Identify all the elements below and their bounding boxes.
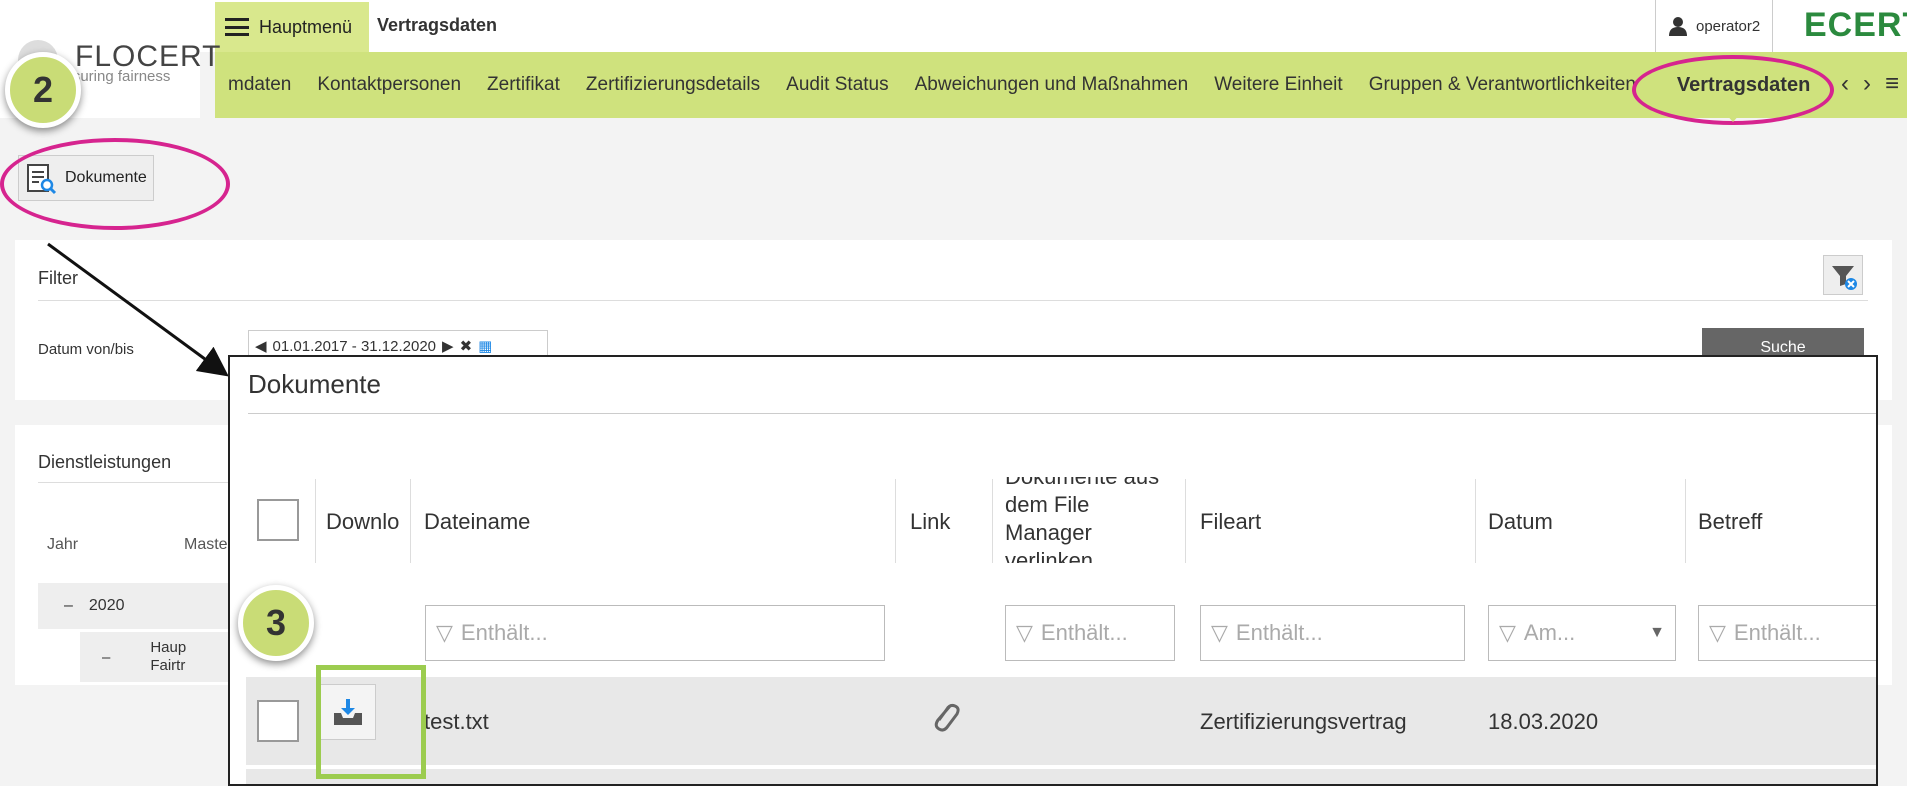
username: operator2 [1696, 17, 1761, 35]
user-icon [1669, 17, 1687, 36]
date-next-icon[interactable]: ▶ [442, 337, 454, 355]
highlight-download-button [316, 665, 426, 779]
filter-icon: ▽ [1499, 620, 1516, 645]
clear-filter-icon [1832, 266, 1857, 290]
main-menu-button[interactable]: Hauptmenü [215, 2, 369, 52]
nav-item-abweichungen[interactable]: Abweichungen und Maßnahmen [902, 74, 1202, 96]
chevron-down-icon: ▼ [1649, 624, 1665, 641]
column-header-filetype[interactable]: Fileart [1200, 509, 1261, 535]
nav-more-icon[interactable]: ≡ [1885, 70, 1899, 98]
column-header-date[interactable]: Datum [1488, 509, 1553, 535]
group-row-year[interactable]: – 2020 [38, 583, 238, 629]
date-range-value: 01.01.2017 - 31.12.2020 [272, 337, 437, 355]
date-clear-icon[interactable]: ✖ [460, 337, 473, 355]
collapse-icon[interactable]: – [64, 597, 73, 615]
group-year: 2020 [88, 597, 125, 614]
column-header-link[interactable]: Link [910, 509, 950, 535]
table-row[interactable] [246, 677, 1876, 765]
documents-dialog: Dokumente Downlo Dateiname Link Dokument… [228, 355, 1878, 786]
row-checkbox[interactable] [257, 700, 299, 742]
column-header-file-manager[interactable]: Dokumente aus dem File Manager verlinken [1005, 477, 1175, 563]
row-date: 18.03.2020 [1488, 709, 1599, 734]
hamburger-icon [225, 18, 249, 36]
file-manager-filter-input[interactable]: ▽ Enthält... [1005, 605, 1175, 661]
nav-item-weitere-einheit[interactable]: Weitere Einheit [1201, 74, 1356, 96]
nav-next-icon[interactable]: › [1863, 70, 1871, 98]
group-label-line2: Fairtr [150, 657, 186, 674]
annotation-arrow [47, 242, 229, 377]
page-title: Vertragsdaten [377, 15, 498, 35]
filter-icon: ▽ [1211, 620, 1228, 645]
collapse-icon[interactable]: – [102, 649, 110, 666]
highlight-documents-button [0, 138, 230, 230]
divider [248, 413, 1876, 414]
column-header-master[interactable]: Maste [184, 536, 228, 554]
table-row[interactable] [246, 769, 1876, 784]
brand-logo: ECERT [1804, 6, 1907, 44]
filter-icon: ▽ [1709, 620, 1726, 645]
nav-item-gruppen[interactable]: Gruppen & Verantwortlichkeiten [1356, 74, 1649, 96]
select-all-checkbox[interactable] [257, 499, 299, 541]
filter-icon: ▽ [436, 620, 453, 645]
divider [38, 300, 1868, 301]
column-header-year[interactable]: Jahr [47, 536, 78, 554]
services-title: Dienstleistungen [38, 452, 172, 472]
nav-item-kontaktpersonen[interactable]: Kontaktpersonen [304, 74, 474, 96]
divider [38, 482, 258, 483]
filter-icon: ▽ [1016, 620, 1033, 645]
column-header-subject[interactable]: Betreff [1698, 509, 1762, 535]
calendar-icon[interactable]: ▦ [478, 337, 492, 355]
active-tab-pointer [1724, 112, 1742, 122]
step-badge-2: 2 [5, 52, 81, 128]
column-header-filename[interactable]: Dateiname [424, 509, 530, 535]
subject-filter-input[interactable]: ▽ Enthält... [1698, 605, 1876, 661]
step-badge-3: 3 [238, 585, 314, 661]
date-prev-icon[interactable]: ◀ [255, 337, 267, 355]
dialog-title: Dokumente [248, 369, 381, 399]
row-filename[interactable]: test.txt [424, 709, 489, 735]
filename-filter-input[interactable]: ▽ Enthält... [425, 605, 885, 661]
nav-prev-icon[interactable]: ‹ [1841, 70, 1849, 98]
paperclip-icon[interactable] [930, 700, 960, 739]
nav-item-zertifizierungsdetails[interactable]: Zertifizierungsdetails [573, 74, 773, 96]
group-label-line1: Haup [150, 639, 187, 656]
filetype-filter-input[interactable]: ▽ Enthält... [1200, 605, 1465, 661]
nav-item-zertifikat[interactable]: Zertifikat [474, 74, 573, 96]
column-header-download[interactable]: Downlo [326, 509, 404, 535]
row-filetype: Zertifizierungsvertrag [1200, 709, 1407, 734]
date-filter-select[interactable]: ▽ Am... ▼ [1488, 605, 1676, 661]
main-menu-label: Hauptmenü [259, 16, 353, 37]
clear-filter-button[interactable] [1823, 255, 1863, 295]
nav-item-stammdaten[interactable]: mdaten [215, 74, 304, 96]
user-menu[interactable]: operator2 [1655, 0, 1774, 52]
nav-item-audit-status[interactable]: Audit Status [773, 74, 901, 96]
